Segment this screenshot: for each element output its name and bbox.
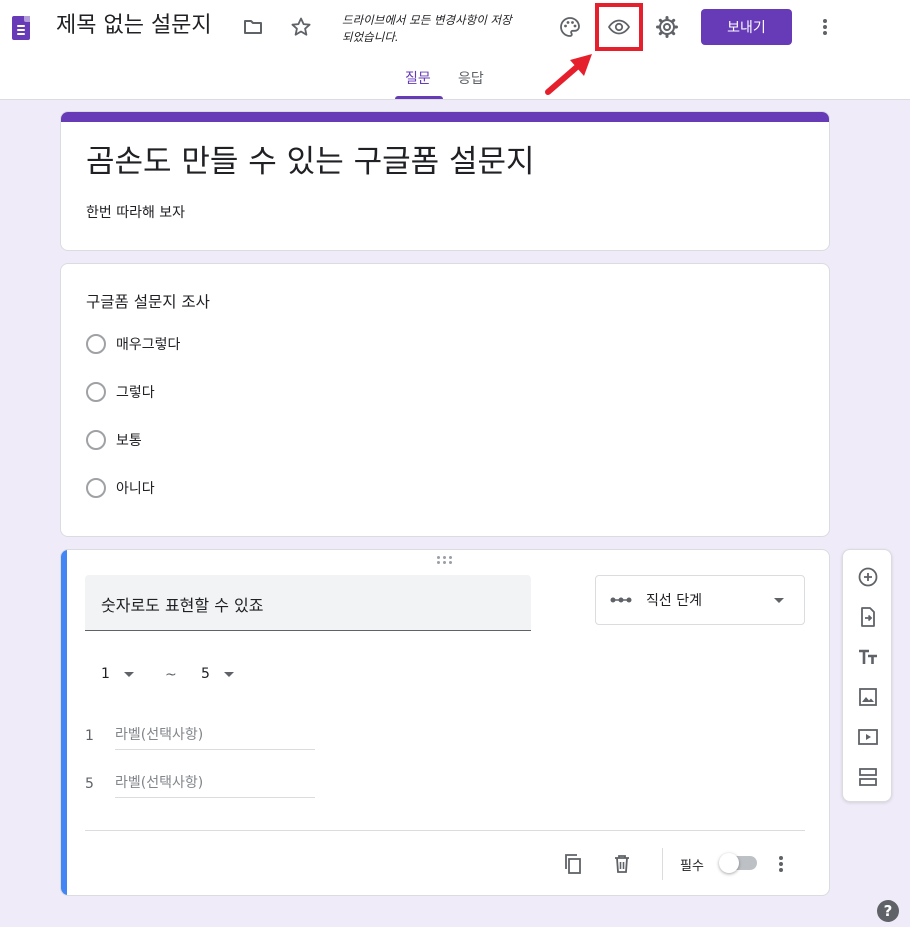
- label-max-number: 5: [85, 776, 94, 792]
- question-card-linear-scale[interactable]: 숫자로도 표현할 수 있죠 직선 단계 1 ~ 5 1 라벨(선택사항) 5 라…: [60, 549, 830, 896]
- palette-icon[interactable]: [552, 9, 588, 45]
- option-label: 매우그렇다: [116, 337, 181, 353]
- folder-icon[interactable]: [235, 9, 271, 45]
- radio-circle: [86, 478, 106, 498]
- send-button[interactable]: 보내기: [701, 9, 792, 45]
- tab-responses[interactable]: 응답: [458, 68, 484, 88]
- image-icon[interactable]: [850, 679, 886, 715]
- scale-max-value: 5: [201, 666, 210, 682]
- radio-circle: [86, 334, 106, 354]
- trash-icon[interactable]: [604, 846, 640, 882]
- document-title[interactable]: 제목 없는 설문지: [56, 10, 212, 42]
- label-min-input[interactable]: 라벨(선택사항): [115, 724, 315, 750]
- option-label: 아니다: [116, 481, 155, 497]
- active-tab-indicator: [395, 96, 443, 99]
- radio-circle: [86, 430, 106, 450]
- question-title: 구글폼 설문지 조사: [86, 293, 210, 311]
- drag-handle-icon[interactable]: [437, 556, 455, 566]
- tab-questions[interactable]: 질문: [405, 68, 431, 88]
- more-vert-icon[interactable]: [807, 9, 843, 45]
- video-icon[interactable]: [850, 719, 886, 755]
- section-icon[interactable]: [850, 759, 886, 795]
- title-card-accent-bar: [61, 112, 829, 122]
- annotation-arrow: [545, 54, 592, 95]
- copy-icon[interactable]: [555, 846, 591, 882]
- chevron-down-icon: [774, 597, 784, 603]
- forms-app-icon[interactable]: [12, 16, 30, 40]
- scale-max-select[interactable]: 5: [201, 666, 234, 682]
- radio-option[interactable]: 매우그렇다: [86, 333, 180, 355]
- star-icon[interactable]: [283, 9, 319, 45]
- option-label: 그렇다: [116, 385, 155, 401]
- save-status-text: 드라이브에서 모든 변경사항이 저장되었습니다.: [342, 13, 512, 44]
- help-icon[interactable]: ?: [877, 900, 899, 922]
- form-title[interactable]: 곰손도 만들 수 있는 구글폼 설문지: [86, 142, 535, 182]
- label-min-number: 1: [85, 728, 94, 744]
- question-card-multiple-choice[interactable]: 구글폼 설문지 조사 매우그렇다 그렇다 보통 아니다: [60, 263, 830, 537]
- required-toggle[interactable]: [719, 853, 757, 873]
- chevron-down-icon: [223, 671, 234, 677]
- annotation-highlight-box: [595, 3, 643, 51]
- radio-circle: [86, 382, 106, 402]
- footer-vertical-divider: [662, 848, 663, 880]
- question-type-label: 직선 단계: [646, 593, 702, 609]
- more-vert-icon[interactable]: [763, 846, 799, 882]
- active-card-indicator: [61, 550, 67, 895]
- footer-divider: [85, 830, 805, 831]
- title-text-icon[interactable]: [850, 639, 886, 675]
- option-label: 보통: [116, 433, 142, 449]
- floating-toolbar: [842, 549, 892, 802]
- add-circle-icon[interactable]: [850, 559, 886, 595]
- form-description[interactable]: 한번 따라해 보자: [86, 202, 185, 222]
- settings-gear-icon[interactable]: [649, 9, 685, 45]
- scale-separator: ~: [165, 667, 177, 683]
- question-title-input[interactable]: 숫자로도 표현할 수 있죠: [85, 575, 531, 631]
- radio-option[interactable]: 아니다: [86, 477, 155, 499]
- import-icon[interactable]: [850, 599, 886, 635]
- form-title-card: 곰손도 만들 수 있는 구글폼 설문지 한번 따라해 보자: [60, 111, 830, 251]
- linear-scale-icon: [610, 595, 632, 605]
- scale-min-value: 1: [101, 666, 110, 682]
- required-label: 필수: [680, 859, 704, 874]
- radio-option[interactable]: 그렇다: [86, 381, 155, 403]
- scale-min-select[interactable]: 1: [101, 666, 134, 682]
- question-type-dropdown[interactable]: 직선 단계: [595, 575, 805, 625]
- chevron-down-icon: [123, 671, 134, 677]
- toggle-knob: [719, 853, 739, 873]
- label-max-input[interactable]: 라벨(선택사항): [115, 772, 315, 798]
- radio-option[interactable]: 보통: [86, 429, 142, 451]
- top-bar: 제목 없는 설문지 드라이브에서 모든 변경사항이 저장되었습니다. 보내기 질…: [0, 0, 910, 100]
